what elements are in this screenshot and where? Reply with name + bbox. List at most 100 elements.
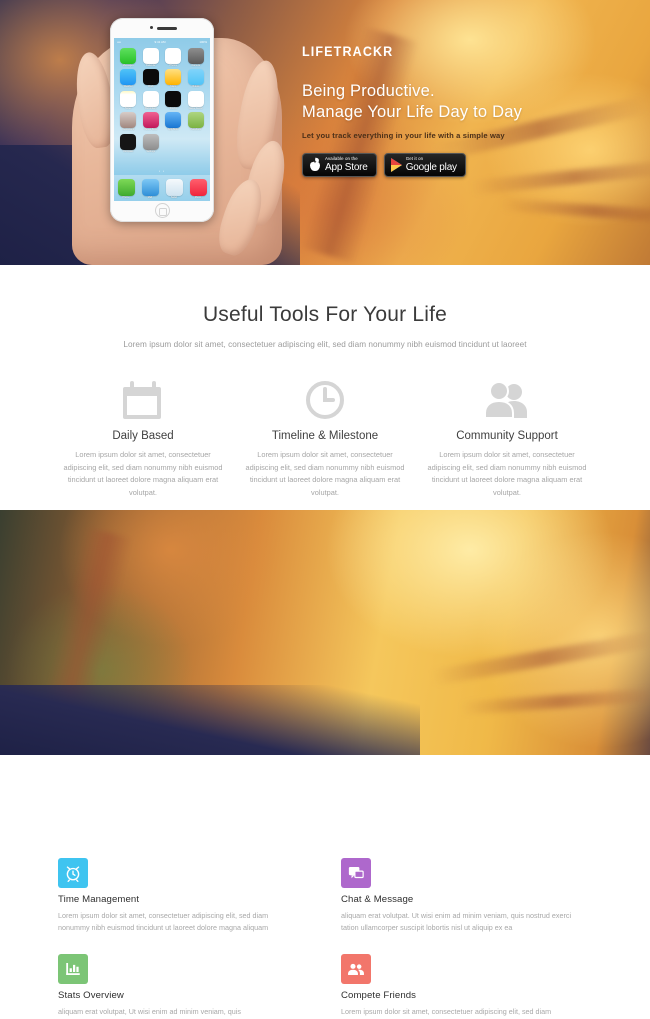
feature-compete-friends: Compete Friends Lorem ipsum dolor sit am… xyxy=(325,954,592,1018)
app-label: Settings xyxy=(146,149,156,153)
app-icon-notes[interactable]: Notes xyxy=(118,90,139,110)
alarm-clock-icon xyxy=(58,858,88,888)
feature-text: Lorem ipsum dolor sit amet, consectetuer… xyxy=(341,1007,552,1016)
apple-icon xyxy=(309,158,321,172)
tool-title: Timeline & Milestone xyxy=(271,430,379,442)
google-play-icon xyxy=(390,158,402,172)
signal-indicator: ••••• xyxy=(117,39,121,44)
feature-title: Compete Friends xyxy=(341,990,417,1001)
app-glyph xyxy=(165,90,182,107)
app-label: Clock xyxy=(147,85,154,89)
app-icon-stocks[interactable]: Stocks xyxy=(163,90,184,110)
app-store-label: App Store xyxy=(325,161,368,173)
store-badges: Available on the App Store Get it on Goo… xyxy=(302,153,632,177)
app-icon-reminders[interactable]: Reminders xyxy=(141,90,162,110)
app-glyph xyxy=(142,69,159,86)
feature-time-management: Time Management Lorem ipsum dolor sit am… xyxy=(58,858,325,934)
app-icon-maps[interactable]: Maps xyxy=(163,69,184,88)
app-label: Weather xyxy=(123,85,133,89)
app-label: iTunes Store xyxy=(144,128,158,132)
landing-page: ••••• 9:41 AM 100% Messages Calendar Photos Ca… xyxy=(0,0,650,1019)
app-icon-messages[interactable]: Messages xyxy=(118,48,139,67)
app-icon-calendar[interactable]: Calendar xyxy=(141,48,162,67)
google-play-small-label: Get it on xyxy=(405,156,424,162)
battery-indicator: 100% xyxy=(199,39,207,44)
app-glyph xyxy=(142,133,159,150)
app-icon-clock[interactable]: Clock xyxy=(141,69,162,88)
app-label: Safari xyxy=(170,195,178,199)
app-label: Camera xyxy=(191,64,200,67)
app-icon-itunes-store[interactable]: iTunes Store xyxy=(141,112,162,131)
app-icon-videos[interactable]: Videos xyxy=(186,69,207,88)
app-icon-passbook[interactable]: Passbook xyxy=(186,112,207,131)
app-icon-game-center[interactable]: Game Center xyxy=(186,90,207,110)
app-glyph xyxy=(187,69,204,86)
tool-title: Community Support xyxy=(456,430,558,442)
app-icon-camera[interactable]: Camera xyxy=(186,48,207,67)
dock-icon-music[interactable]: Music xyxy=(189,178,207,199)
app-label: Notes xyxy=(125,106,132,110)
google-play-label: Google play xyxy=(405,161,457,173)
app-glyph xyxy=(120,48,137,64)
feature-stats-overview: Stats Overview aliquam erat volutpat, Ut… xyxy=(58,954,325,1018)
chat-bubble-icon xyxy=(341,858,371,888)
home-button xyxy=(154,203,170,218)
app-glyph xyxy=(120,69,137,86)
bar-chart-icon xyxy=(58,954,88,984)
app-icon-photos[interactable]: Photos xyxy=(163,48,184,67)
app-store-button[interactable]: Available on the App Store xyxy=(302,153,377,177)
app-glyph xyxy=(165,112,182,129)
app-glyph xyxy=(142,112,159,129)
showcase-vignette xyxy=(0,685,420,755)
app-icon-settings[interactable]: Settings xyxy=(141,133,162,153)
app-glyph xyxy=(141,178,159,196)
showcase-bokeh-streak xyxy=(430,630,650,686)
app-glyph xyxy=(117,178,135,196)
feature-text: aliquam erat volutpat, Ut wisi enim ad m… xyxy=(58,1007,241,1016)
features-section: Time Management Lorem ipsum dolor sit am… xyxy=(0,858,650,1018)
feature-text: Lorem ipsum dolor sit amet, consectetuer… xyxy=(58,911,269,932)
features-row: Time Management Lorem ipsum dolor sit am… xyxy=(58,858,592,934)
friends-icon xyxy=(341,954,371,984)
app-icon-app-store[interactable]: App Store xyxy=(163,112,184,131)
app-label: Messages xyxy=(122,64,134,67)
app-glyph xyxy=(120,90,137,107)
hero-tagline: Let you track everything in your life wi… xyxy=(302,131,505,140)
app-glyph xyxy=(165,178,183,196)
app-glyph xyxy=(165,69,182,86)
app-glyph xyxy=(187,90,204,107)
speaker-icon xyxy=(157,27,177,30)
camera-icon xyxy=(150,26,153,29)
tool-column-community-support: Community Support Lorem ipsum dolor sit … xyxy=(416,379,598,499)
app-label: Phone xyxy=(122,195,130,199)
app-glyph xyxy=(142,48,159,64)
app-glyph xyxy=(189,178,207,196)
app-grid: Messages Calendar Photos Camera Weather Clock… xyxy=(114,45,210,153)
brand-logo[interactable]: LIFETRACKR xyxy=(302,44,609,59)
app-label: Stocks xyxy=(169,106,177,110)
app-store-small-label: Available on the xyxy=(325,156,358,162)
hero-bokeh-streak xyxy=(499,198,650,224)
useful-tools-section: Useful Tools For Your Life Lorem ipsum d… xyxy=(0,265,650,510)
dock-icon-phone[interactable]: Phone xyxy=(117,178,135,199)
app-label: Calendar xyxy=(145,64,156,67)
showcase-background xyxy=(0,510,650,755)
dock-icon-safari[interactable]: Safari xyxy=(165,178,183,199)
app-icon-compass[interactable]: Compass xyxy=(118,133,139,153)
feature-text: aliquam erat volutpat. Ut wisi enim ad m… xyxy=(341,911,572,932)
app-glyph xyxy=(120,112,137,129)
showcase-bokeh-streak xyxy=(459,688,650,715)
status-bar: ••••• 9:41 AM 100% xyxy=(114,38,210,45)
app-label: Newsstand xyxy=(122,128,135,132)
tools-columns: Daily Based Lorem ipsum dolor sit amet, … xyxy=(0,379,650,499)
section-subtitle: Lorem ipsum dolor sit amet, consectetuer… xyxy=(123,340,527,349)
app-glyph xyxy=(187,48,204,64)
features-row: Stats Overview aliquam erat volutpat, Ut… xyxy=(58,954,592,1018)
app-glyph xyxy=(142,90,159,107)
dock-icon-mail[interactable]: Mail xyxy=(141,178,159,199)
app-icon-weather[interactable]: Weather xyxy=(118,69,139,88)
app-icon-newsstand[interactable]: Newsstand xyxy=(118,112,139,131)
hero-phone-in-hand: ••••• 9:41 AM 100% Messages Calendar Photos Ca… xyxy=(71,0,292,265)
feature-chat-message: Chat & Message aliquam erat volutpat. Ut… xyxy=(325,858,592,934)
google-play-button[interactable]: Get it on Google play xyxy=(383,153,466,177)
